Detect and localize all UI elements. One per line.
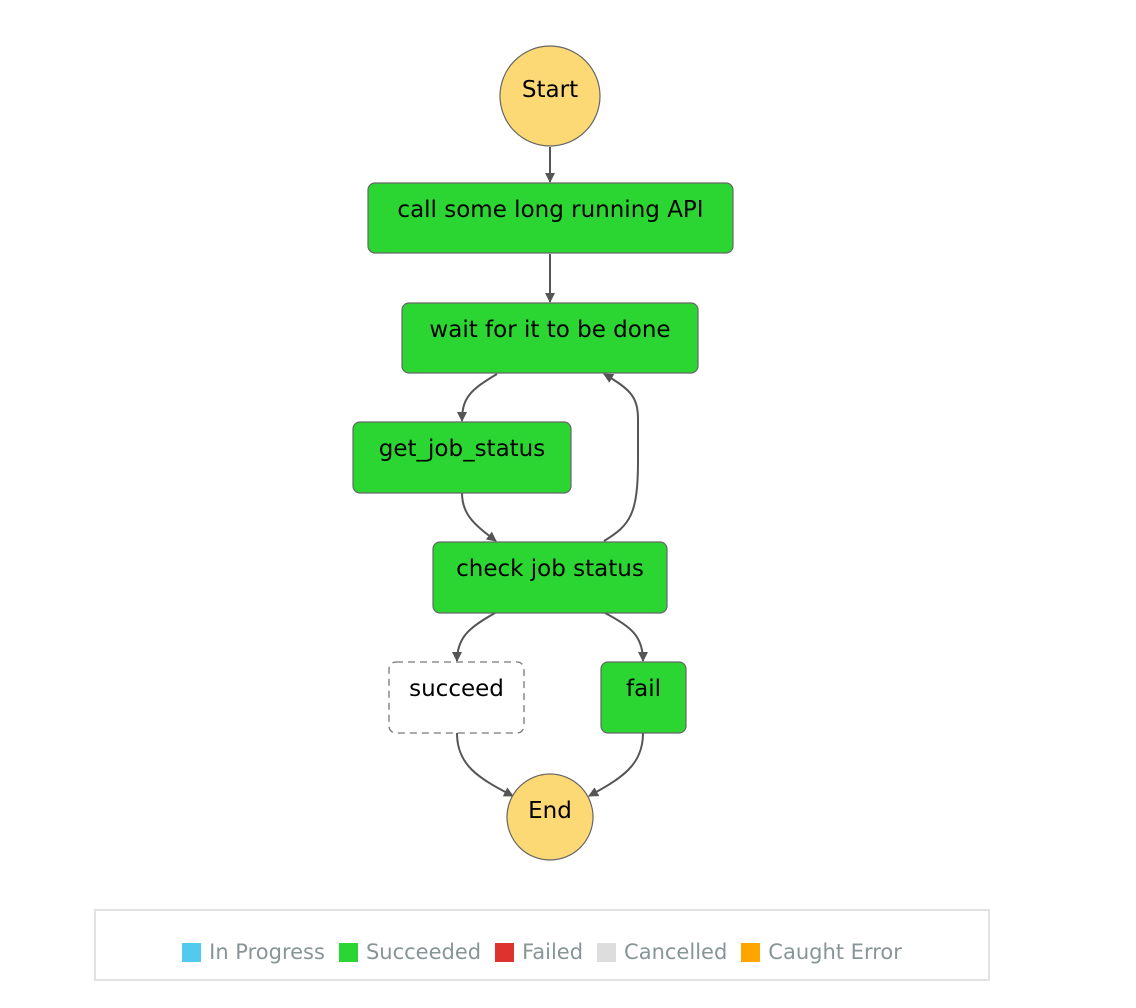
edge-check-to-wait [603,373,639,542]
legend-label: Caught Error [768,940,902,964]
legend-item-succeeded: Succeeded [338,940,482,964]
legend-swatch [741,942,761,962]
edge-wait-to-get [457,373,498,422]
state-node-label: End [528,798,572,824]
legend-label: Succeeded [365,940,482,964]
state-node-label: get_job_status [379,436,546,462]
state-node-label: wait for it to be done [429,317,670,343]
legend-label: In Progress [209,940,325,964]
state-node-label: Start [522,77,578,103]
state-node-wait[interactable]: wait for it to be done [401,302,699,374]
state-machine-graph: Start call some long running API wait for … [352,45,734,861]
legend-swatch [182,942,202,962]
state-node-label: call some long running API [397,197,703,223]
legend-swatch [597,942,617,962]
edge-succeed-to-end [456,732,514,797]
state-node-fail[interactable]: fail [600,661,687,734]
edge-check-to-succeed [452,612,496,662]
state-node-check[interactable]: check job status [432,541,668,614]
legend-label: Cancelled [624,940,728,964]
legend-swatch [495,942,515,962]
state-node-succeed[interactable]: succeed [388,661,525,734]
state-node-start[interactable]: Start [499,45,601,147]
state-node-label: fail [626,676,661,702]
legend-item-cancelled: Cancelled [597,940,727,964]
legend-item-caught-error: Caught Error [741,940,902,964]
edge-check-to-fail [604,612,648,662]
state-node-call[interactable]: call some long running API [367,182,734,254]
edge-fail-to-end [588,732,644,797]
status-legend: In Progress Succeeded Failed Cancelled C… [94,909,990,981]
state-node-end[interactable]: End [506,773,594,861]
state-node-get[interactable]: get_job_status [352,421,572,494]
state-node-label: succeed [409,676,504,702]
legend-label: Failed [522,940,584,964]
legend-swatch [338,942,358,962]
legend-item-in-progress: In Progress [182,940,325,964]
legend-item-failed: Failed [495,940,583,964]
edge-get-to-check [461,492,497,542]
state-node-label: check job status [456,556,644,582]
